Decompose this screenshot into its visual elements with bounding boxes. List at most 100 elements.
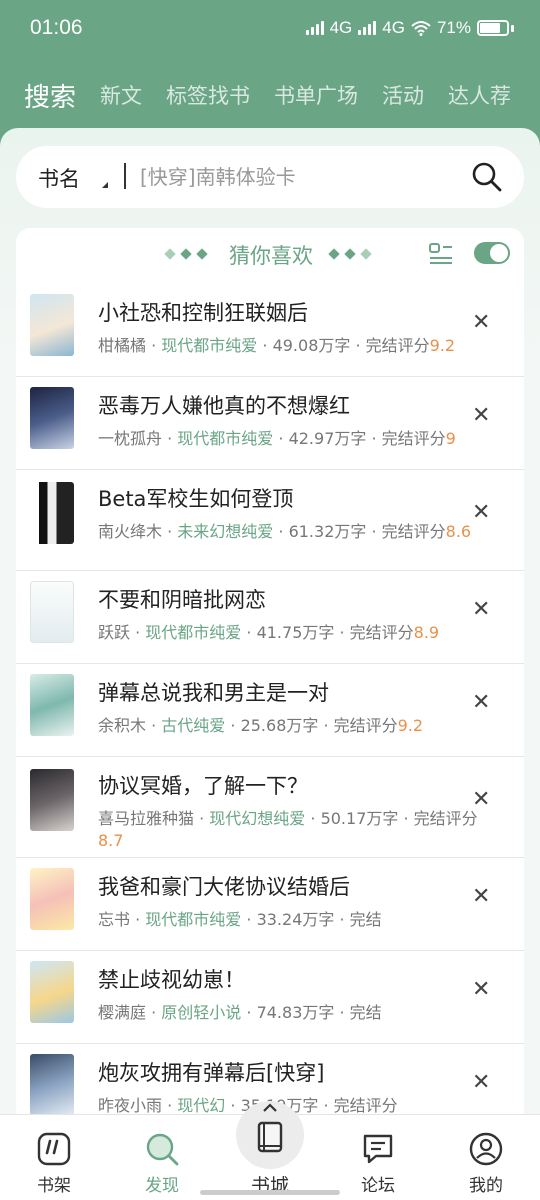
nav-store-button[interactable] [236,1101,304,1169]
tab-new[interactable]: 新文 [100,80,142,110]
book-words: 42.97万字 [288,429,367,448]
book-cover [30,581,74,643]
dropdown-triangle-icon [102,182,108,188]
nav-discover-label: 发现 [145,1176,179,1196]
book-tag[interactable]: 现代都市纯爱 [177,429,273,448]
nav-shelf[interactable]: 书架 [14,1131,94,1196]
battery-percent: 71% [436,18,471,37]
book-author: 南火绛木 [98,522,163,541]
book-cover [30,294,74,356]
book-author: 喜马拉雅种猫 [98,809,195,828]
top-tabs: 搜索 新文 标签找书 书单广场 活动 达人荐 [0,70,540,120]
book-item[interactable]: 小社恐和控制狂联姻后 柑橘橘 · 现代都市纯爱 · 49.08万字 · 完结评分… [16,284,524,377]
book-words: 25.68万字 [240,716,319,735]
nav-me[interactable]: 我的 [446,1131,526,1196]
book-meta: 忘书 · 现代都市纯爱 · 33.24万字 · 完结 [98,910,382,929]
dismiss-icon[interactable]: ✕ [472,597,490,622]
bottom-nav: 书架 发现 书城 论坛 我的 [0,1101,540,1200]
book-item[interactable]: 我爸和豪门大佬协议结婚后 忘书 · 现代都市纯爱 · 33.24万字 · 完结 … [16,858,524,951]
book-cover [30,868,74,930]
book-words: 74.83万字 [256,1003,335,1022]
book-status: 完结评分 [333,1096,398,1115]
nav-me-label: 我的 [469,1176,503,1196]
book-tag[interactable]: 现代都市纯爱 [161,336,257,355]
book-meta: 南火绛木 · 未来幻想纯爱 · 61.32万字 · 完结评分8.6 [98,522,472,541]
book-author: 跃跃 [98,623,131,642]
book-title: 小社恐和控制狂联姻后 [98,301,308,325]
book-meta: 余积木 · 古代纯爱 · 25.68万字 · 完结评分9.2 [98,716,424,735]
book-score: 8.7 [98,831,124,850]
tab-booklist[interactable]: 书单广场 [274,80,358,110]
dismiss-icon[interactable]: ✕ [472,500,490,525]
book-words: 61.32万字 [288,522,367,541]
book-title: 不要和阴暗批网恋 [98,588,266,612]
tab-events[interactable]: 活动 [382,80,424,110]
battery-icon [477,20,509,36]
book-title: 炮灰攻拥有弹幕后[快穿] [98,1061,325,1085]
book-meta: 柑橘橘 · 现代都市纯爱 · 49.08万字 · 完结评分9.2 [98,336,456,355]
book-title: 弹幕总说我和男主是一对 [98,681,329,705]
search-bar: 书名 [16,146,524,208]
book-author: 忘书 [98,910,131,929]
dismiss-icon[interactable]: ✕ [472,690,490,715]
dismiss-icon[interactable]: ✕ [472,403,490,428]
nav-discover[interactable]: 发现 [122,1131,202,1196]
book-cover [30,482,74,544]
book-item[interactable]: 协议冥婚，了解一下？ 喜马拉雅种猫 · 现代幻想纯爱 · 50.17万字 · 完… [16,757,524,858]
book-status: 完结评分 [413,809,478,828]
search-type-dropdown[interactable]: 书名 [38,163,80,193]
book-status: 完结评分 [365,336,430,355]
book-author: 柑橘橘 [98,336,147,355]
book-cover [30,769,74,831]
tab-search[interactable]: 搜索 [24,77,76,114]
search-icon[interactable] [470,160,504,194]
book-tag[interactable]: 现代都市纯爱 [145,910,241,929]
recommend-toggle[interactable] [474,242,510,264]
nav-shelf-label: 书架 [37,1176,71,1196]
book-title: 禁止歧视幼崽！ [98,968,245,992]
network-type-1: 4G [329,18,353,37]
book-tag[interactable]: 现代幻想纯爱 [209,809,305,828]
tab-tag-search[interactable]: 标签找书 [166,80,250,110]
search-input[interactable] [140,160,460,194]
book-item[interactable]: 恶毒万人嫌他真的不想爆红 一枕孤舟 · 现代都市纯爱 · 42.97万字 · 完… [16,377,524,470]
book-tag[interactable]: 现代都市纯爱 [145,623,241,642]
bookshelf-icon [37,1132,71,1166]
discover-search-icon [146,1133,179,1166]
dismiss-icon[interactable]: ✕ [472,310,490,335]
book-item[interactable]: 禁止歧视幼崽！ 樱满庭 · 原创轻小说 · 74.83万字 · 完结 ✕ [16,951,524,1044]
book-score: 9.2 [397,716,424,735]
tab-recommenders[interactable]: 达人荐 [448,80,511,110]
book-item[interactable]: 不要和阴暗批网恋 跃跃 · 现代都市纯爱 · 41.75万字 · 完结评分8.9… [16,571,524,664]
book-cover [30,387,74,449]
dismiss-icon[interactable]: ✕ [472,977,490,1002]
book-tag[interactable]: 现代幻 [177,1096,225,1115]
book-score: 8.9 [413,623,440,642]
book-item[interactable]: 弹幕总说我和男主是一对 余积木 · 古代纯爱 · 25.68万字 · 完结评分9… [16,664,524,757]
main-panel: 书名 猜你喜欢 小社恐和控制狂联姻后 柑橘橘 · 现代都市纯爱 · 49.08万… [0,128,540,1128]
home-indicator [200,1190,340,1195]
book-title: 我爸和豪门大佬协议结婚后 [98,875,350,899]
book-cover [30,961,74,1023]
book-tag[interactable]: 原创轻小说 [161,1003,241,1022]
book-item[interactable]: Beta军校生如何登顶 南火绛木 · 未来幻想纯爱 · 61.32万字 · 完结… [16,470,524,571]
recommend-header: 猜你喜欢 [16,228,524,284]
book-status: 完结 [349,1003,382,1022]
dismiss-icon[interactable]: ✕ [472,884,490,909]
dismiss-icon[interactable]: ✕ [472,787,490,812]
nav-forum[interactable]: 论坛 [338,1131,418,1196]
book-tag[interactable]: 古代纯爱 [161,716,225,735]
chevron-up-icon [263,1103,277,1112]
book-status: 完结 [349,910,382,929]
book-cover [30,1054,74,1116]
book-author: 余积木 [98,716,147,735]
book-tag[interactable]: 未来幻想纯爱 [177,522,273,541]
status-time: 01:06 [30,16,83,39]
signal-icon [305,21,324,35]
list-settings-icon[interactable] [429,243,453,265]
book-score: 9 [445,429,456,448]
book-author: 一枕孤舟 [98,429,163,448]
dismiss-icon[interactable]: ✕ [472,1070,490,1095]
book-score: 8.6 [445,522,472,541]
book-meta: 喜马拉雅种猫 · 现代幻想纯爱 · 50.17万字 · 完结评分8.7 [98,809,478,850]
